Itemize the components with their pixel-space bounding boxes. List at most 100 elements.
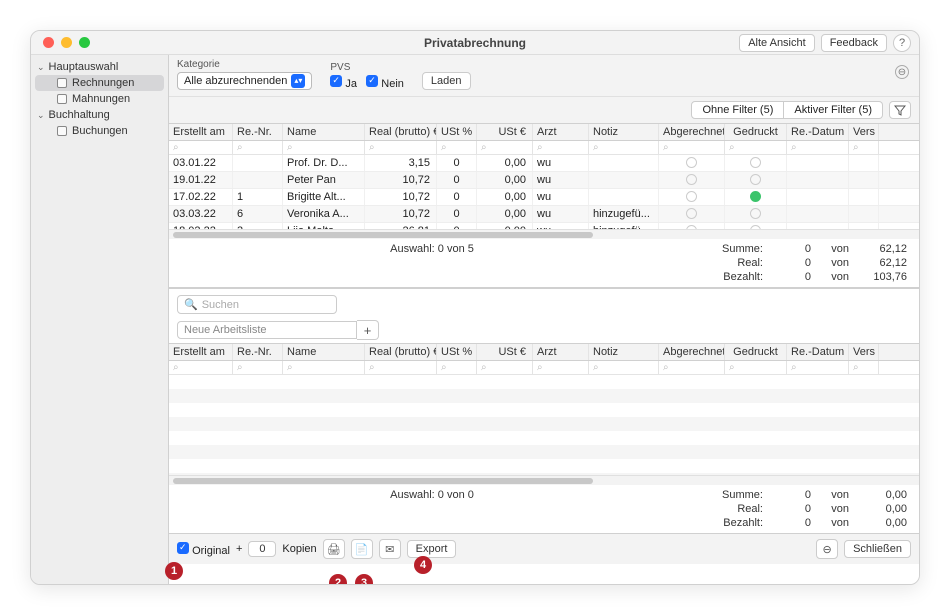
remove-icon[interactable]: ⊖ bbox=[895, 65, 909, 79]
column-header[interactable]: USt € bbox=[477, 344, 533, 360]
table-header: Erstellt amRe.-Nr.NameReal (brutto) €USt… bbox=[169, 124, 919, 141]
column-search[interactable]: ⌕ bbox=[533, 361, 589, 374]
feedback-button[interactable]: Feedback bbox=[821, 34, 887, 52]
export-button[interactable]: Export bbox=[407, 540, 457, 558]
kategorie-select[interactable]: Alle abzurechnenden▴▾ bbox=[177, 72, 312, 90]
column-header[interactable]: Re.-Nr. bbox=[233, 344, 283, 360]
sidebar-item-mahnungen[interactable]: Mahnungen bbox=[35, 91, 164, 107]
add-worklist-button[interactable]: + bbox=[357, 320, 379, 340]
alte-ansicht-button[interactable]: Alte Ansicht bbox=[739, 34, 814, 52]
column-search[interactable]: ⌕ bbox=[659, 361, 725, 374]
column-search[interactable]: ⌕ bbox=[477, 361, 533, 374]
column-header[interactable]: Gedruckt bbox=[725, 124, 787, 140]
pvs-nein-checkbox[interactable]: Nein bbox=[366, 78, 404, 90]
sidebar-group-hauptauswahl[interactable]: ⌄Hauptauswahl bbox=[31, 59, 168, 75]
column-search[interactable]: ⌕ bbox=[365, 361, 437, 374]
sidebar-item-buchungen[interactable]: Buchungen bbox=[35, 123, 164, 139]
column-search[interactable]: ⌕ bbox=[477, 141, 533, 154]
column-header[interactable]: Re.-Datum bbox=[787, 124, 849, 140]
column-search[interactable]: ⌕ bbox=[283, 361, 365, 374]
column-header[interactable]: Real (brutto) € bbox=[365, 124, 437, 140]
column-search[interactable]: ⌕ bbox=[365, 141, 437, 154]
worklist-input[interactable] bbox=[177, 321, 357, 339]
scroll-thumb[interactable] bbox=[173, 232, 593, 238]
column-header[interactable]: Re.-Nr. bbox=[233, 124, 283, 140]
horizontal-scrollbar[interactable] bbox=[169, 229, 919, 239]
column-search[interactable]: ⌕ bbox=[233, 361, 283, 374]
column-header[interactable]: Gedruckt bbox=[725, 344, 787, 360]
pvs-ja-checkbox[interactable]: Ja bbox=[330, 78, 357, 90]
table-header: Erstellt amRe.-Nr.NameReal (brutto) €USt… bbox=[169, 344, 919, 361]
column-header[interactable]: Vers bbox=[849, 344, 879, 360]
cell bbox=[725, 155, 787, 171]
column-header[interactable]: Arzt bbox=[533, 124, 589, 140]
column-header[interactable]: Abgerechnet bbox=[659, 344, 725, 360]
column-search[interactable]: ⌕ bbox=[589, 361, 659, 374]
column-search[interactable]: ⌕ bbox=[437, 361, 477, 374]
column-header[interactable]: Erstellt am bbox=[169, 124, 233, 140]
pane-divider[interactable] bbox=[169, 287, 919, 289]
table-row[interactable]: 17.02.221Brigitte Alt...10,7200,00wu bbox=[169, 189, 919, 206]
cell: 03.01.22 bbox=[169, 155, 233, 171]
select-value: Alle abzurechnenden bbox=[184, 75, 287, 87]
document-button[interactable]: 📄 bbox=[351, 539, 373, 559]
column-header[interactable]: Re.-Datum bbox=[787, 344, 849, 360]
mail-button[interactable]: ✉ bbox=[379, 539, 401, 559]
abgerechnet-icon bbox=[686, 174, 697, 185]
column-header[interactable]: Notiz bbox=[589, 124, 659, 140]
column-header[interactable]: Erstellt am bbox=[169, 344, 233, 360]
column-header[interactable]: Name bbox=[283, 124, 365, 140]
column-search[interactable]: ⌕ bbox=[169, 141, 233, 154]
aktiver-filter-button[interactable]: Aktiver Filter (5) bbox=[784, 101, 883, 119]
search-input[interactable]: 🔍Suchen bbox=[177, 295, 337, 314]
column-header[interactable]: Real (brutto) € bbox=[365, 344, 437, 360]
v: 0 bbox=[771, 517, 811, 529]
column-header[interactable]: Name bbox=[283, 344, 365, 360]
column-search[interactable]: ⌕ bbox=[437, 141, 477, 154]
column-search[interactable]: ⌕ bbox=[589, 141, 659, 154]
column-header[interactable]: Arzt bbox=[533, 344, 589, 360]
laden-button[interactable]: Laden bbox=[422, 72, 471, 90]
cell bbox=[659, 172, 725, 188]
column-header[interactable]: Abgerechnet bbox=[659, 124, 725, 140]
scroll-thumb[interactable] bbox=[173, 478, 593, 484]
sidebar-group-buchhaltung[interactable]: ⌄Buchhaltung bbox=[31, 107, 168, 123]
column-search[interactable]: ⌕ bbox=[725, 361, 787, 374]
column-search[interactable]: ⌕ bbox=[533, 141, 589, 154]
schliessen-button[interactable]: Schließen bbox=[844, 540, 911, 558]
close-icon[interactable] bbox=[43, 37, 54, 48]
column-header[interactable]: USt % bbox=[437, 124, 477, 140]
table-row[interactable]: 19.01.22Peter Pan10,7200,00wu bbox=[169, 172, 919, 189]
column-header[interactable]: USt € bbox=[477, 124, 533, 140]
column-search[interactable]: ⌕ bbox=[849, 361, 879, 374]
column-header[interactable]: USt % bbox=[437, 344, 477, 360]
summary-bottom: Auswahl: 0 von 0 Summe:0von0,00 Real:0vo… bbox=[169, 485, 919, 533]
column-search[interactable]: ⌕ bbox=[787, 141, 849, 154]
sidebar-item-rechnungen[interactable]: Rechnungen bbox=[35, 75, 164, 91]
column-search[interactable]: ⌕ bbox=[283, 141, 365, 154]
column-search[interactable]: ⌕ bbox=[787, 361, 849, 374]
sidebar: ⌄Hauptauswahl Rechnungen Mahnungen ⌄Buch… bbox=[31, 55, 169, 584]
column-search[interactable]: ⌕ bbox=[233, 141, 283, 154]
original-checkbox[interactable]: Original bbox=[177, 542, 230, 557]
ohne-filter-button[interactable]: Ohne Filter (5) bbox=[691, 101, 784, 119]
kopien-input[interactable] bbox=[248, 541, 276, 557]
column-search[interactable]: ⌕ bbox=[169, 361, 233, 374]
minimize-icon[interactable] bbox=[61, 37, 72, 48]
column-header[interactable]: Notiz bbox=[589, 344, 659, 360]
column-search[interactable]: ⌕ bbox=[849, 141, 879, 154]
remove-bottom-button[interactable]: ⊖ bbox=[816, 539, 838, 559]
fullscreen-icon[interactable] bbox=[79, 37, 90, 48]
column-search[interactable]: ⌕ bbox=[725, 141, 787, 154]
print-button[interactable]: 🖨 bbox=[323, 539, 345, 559]
filter-segment: Ohne Filter (5) Aktiver Filter (5) bbox=[169, 97, 919, 123]
help-icon[interactable]: ? bbox=[893, 34, 911, 52]
mail-icon: ✉ bbox=[385, 543, 394, 556]
column-header[interactable]: Vers bbox=[849, 124, 879, 140]
table-row[interactable]: 03.01.22Prof. Dr. D...3,1500,00wu bbox=[169, 155, 919, 172]
table-row[interactable]: 03.03.226Veronika A...10,7200,00wuhinzug… bbox=[169, 206, 919, 223]
table-body: 03.01.22Prof. Dr. D...3,1500,00wu19.01.2… bbox=[169, 155, 919, 229]
horizontal-scrollbar[interactable] bbox=[169, 475, 919, 485]
column-search[interactable]: ⌕ bbox=[659, 141, 725, 154]
filter-icon[interactable] bbox=[889, 101, 911, 119]
